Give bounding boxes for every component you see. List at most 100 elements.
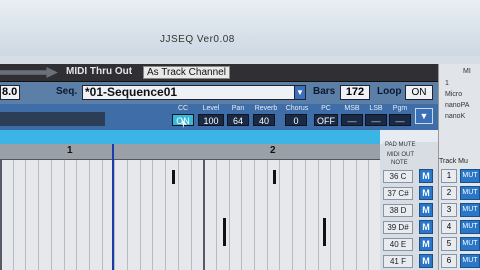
track-row: 1 MUT [439,168,480,185]
pan-field[interactable]: 64 [227,114,249,126]
track-number[interactable]: 5 [441,237,457,251]
pad-mute-button[interactable]: M [419,220,433,234]
level-field[interactable]: 100 [198,114,224,126]
pc-toggle[interactable]: OFF [314,114,338,126]
track-row: 3 MUT [439,202,480,219]
pgm-field[interactable]: — [389,114,411,126]
beat-line [241,160,242,270]
track-header: Track Mu [439,158,468,165]
chorus-field[interactable]: 0 [285,114,307,126]
beat-line [279,160,280,270]
beat-line [318,160,319,270]
beat-line [140,160,141,270]
chorus-header: Chorus [285,105,309,112]
track-mute-button[interactable]: MUT [460,203,480,217]
selected-track-strip[interactable] [0,130,380,144]
pad-note[interactable]: 37 C# [383,187,413,200]
beat-line [165,160,166,270]
device-item[interactable]: 1 [445,80,449,87]
pad-note[interactable]: 38 D [383,204,413,217]
beat-line [114,160,115,270]
title-bar [0,0,480,56]
track-mute-button[interactable]: MUT [460,254,480,268]
msb-header: MSB [344,105,360,112]
track-number[interactable]: 3 [441,203,457,217]
control-spacer [0,112,105,126]
note-label: NOTE [391,160,408,166]
beat-line [292,160,293,270]
device-panel-header: MI [463,68,471,75]
piano-roll-grid[interactable] [0,160,380,270]
beat-line [64,160,65,270]
track-number[interactable]: 2 [441,186,457,200]
cc-header: CC [177,105,189,112]
pad-mute-button[interactable]: M [419,237,433,251]
track-number[interactable]: 6 [441,254,457,268]
midi-out-label: MIDI OUT [387,152,414,158]
note-event[interactable] [223,218,226,246]
bars-label: Bars [313,86,336,97]
pad-note[interactable]: 39 D# [383,221,413,234]
beat-line [25,160,26,270]
device-item[interactable]: nanoPA [445,102,469,109]
beat-line [343,160,344,270]
msb-field[interactable]: — [341,114,363,126]
timeline-ruler[interactable] [0,144,380,160]
track-mute-button[interactable]: MUT [460,237,480,251]
beat-line [356,160,357,270]
loop-toggle[interactable]: ON [405,85,433,100]
playhead[interactable] [112,144,114,270]
beat-line [178,160,179,270]
sequence-select[interactable]: *01-Sequence01 [82,85,295,100]
pad-row: 39 D# M [383,219,438,236]
track-mute-button[interactable]: MUT [460,169,480,183]
pad-row: 41 F M [383,253,438,270]
pad-row: 37 C# M [383,185,438,202]
track-mute-button[interactable]: MUT [460,186,480,200]
midi-thru-select[interactable]: As Track Channel [143,66,230,79]
track-number[interactable]: 1 [441,169,457,183]
beat-line [330,160,331,270]
beat-line [229,160,230,270]
beat-line [89,160,90,270]
pad-panel-header: PAD MUTE MIDI OUT NOTE [383,142,438,170]
lsb-field[interactable]: — [365,114,387,126]
bar-number: 2 [270,145,276,156]
pad-note[interactable]: 40 E [383,238,413,251]
beat-line [13,160,14,270]
pad-mute-button[interactable]: M [419,186,433,200]
chevron-down-icon[interactable]: ▼ [294,85,306,100]
beat-line [191,160,192,270]
pad-row: 36 C M [383,168,438,185]
pad-mute-button[interactable]: M [419,169,433,183]
pad-mute-button[interactable]: M [419,203,433,217]
bars-field[interactable]: 172 [340,85,370,100]
track-number[interactable]: 4 [441,220,457,234]
loop-label: Loop [377,86,402,97]
level-header: Level [202,105,220,112]
beat-line [305,160,306,270]
pad-mute-button[interactable]: M [419,254,433,268]
beat-line [76,160,77,270]
note-event[interactable] [172,170,175,184]
tempo-field[interactable]: 8.0 [0,85,20,100]
beat-line [368,160,369,270]
reverb-field[interactable]: 40 [253,114,275,126]
beat-line [254,160,255,270]
pad-note[interactable]: 41 F [383,255,413,268]
note-event[interactable] [323,218,326,246]
pad-note[interactable]: 36 C [383,170,413,183]
midi-thru-label: MIDI Thru Out [66,66,133,77]
pan-header: Pan [231,105,245,112]
beat-line [216,160,217,270]
track-row: 2 MUT [439,185,480,202]
note-event[interactable] [273,170,276,184]
device-item[interactable]: Micro [445,91,462,98]
reverb-header: Reverb [254,105,278,112]
chevron-down-icon[interactable]: ▼ [415,108,433,124]
lsb-header: LSB [369,105,383,112]
track-mute-button[interactable]: MUT [460,220,480,234]
device-item[interactable]: nanoK [445,113,465,120]
beat-line [127,160,128,270]
bar-line [0,160,2,270]
